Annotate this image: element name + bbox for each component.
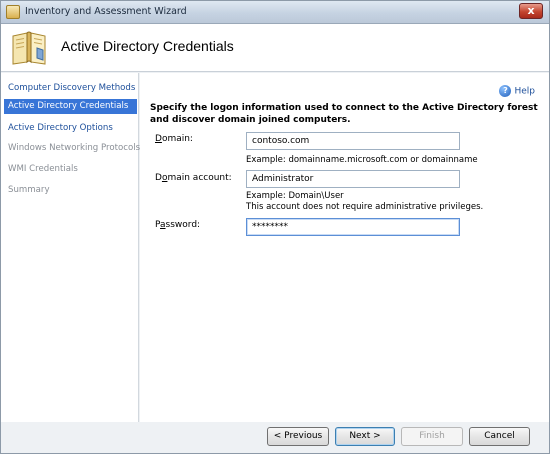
wizard-app-icon [6, 5, 20, 19]
help-icon[interactable]: ? [499, 85, 512, 97]
domain-hint: Example: domainname.microsoft.com or dom… [246, 155, 478, 165]
domain-label: Domain: [155, 134, 193, 144]
nav-item-active-directory-options[interactable]: Active Directory Options [4, 121, 137, 136]
wizard-header: Active Directory Credentials [1, 24, 549, 72]
domain-account-hint: Example: Domain\User This account does n… [246, 191, 484, 212]
wizard-content: ? Help Specify the logon information used… [140, 73, 549, 422]
password-input[interactable]: ******** [246, 218, 460, 236]
cancel-button[interactable]: Cancel [469, 427, 530, 446]
help-label[interactable]: Help [514, 87, 535, 97]
title-bar[interactable]: Inventory and Assessment Wizard x [1, 1, 549, 24]
nav-item-summary: Summary [8, 185, 50, 195]
window-title: Inventory and Assessment Wizard [25, 6, 187, 17]
page-title: Active Directory Credentials [61, 38, 234, 54]
nav-item-computer-discovery-methods[interactable]: Computer Discovery Methods [4, 81, 137, 96]
next-button[interactable]: Next > [335, 427, 395, 446]
finish-button: Finish [401, 427, 463, 446]
close-button[interactable]: x [519, 3, 543, 19]
nav-item-active-directory-credentials[interactable]: Active Directory Credentials [4, 99, 137, 114]
domain-account-input[interactable]: Administrator [246, 170, 460, 188]
nav-item-wmi-credentials: WMI Credentials [8, 164, 78, 174]
wizard-window: Inventory and Assessment Wizard x Active… [0, 0, 550, 454]
password-label: Password: [155, 220, 201, 230]
help-link[interactable]: ? Help [499, 85, 535, 97]
instructions-text: Specify the logon information used to co… [150, 103, 538, 125]
wizard-steps-nav: Computer Discovery Methods Active Direct… [1, 73, 141, 422]
wizard-footer: < Previous Next > Finish Cancel [1, 422, 549, 453]
previous-button[interactable]: < Previous [267, 427, 329, 446]
domain-input[interactable]: contoso.com [246, 132, 460, 150]
domain-account-label: Domain account: [155, 173, 232, 183]
book-icon [12, 31, 46, 65]
nav-item-windows-networking-protocols: Windows Networking Protocols [8, 143, 141, 153]
